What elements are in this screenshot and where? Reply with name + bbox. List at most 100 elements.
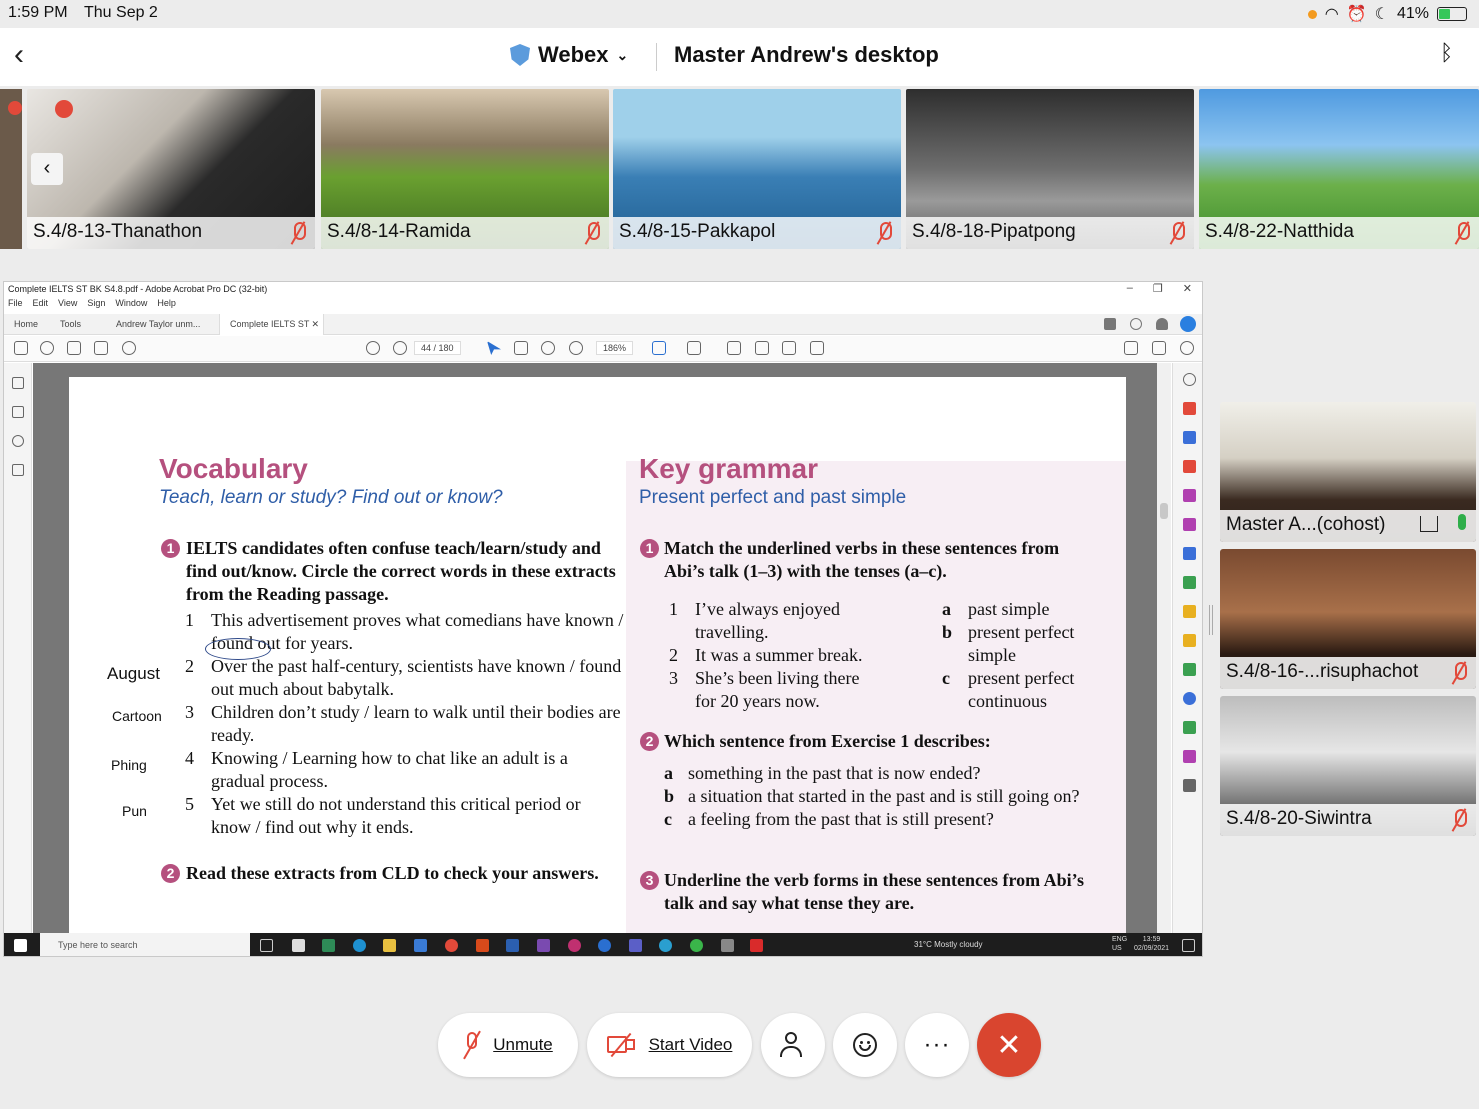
app-icon[interactable] xyxy=(322,939,335,952)
organize-icon[interactable] xyxy=(1183,460,1196,473)
scroll-thumb[interactable] xyxy=(1160,503,1168,519)
tab-tools[interactable]: Tools xyxy=(50,314,91,335)
unmute-button[interactable]: Unmute xyxy=(438,1013,578,1077)
stamp-icon[interactable] xyxy=(810,341,824,355)
bell-icon[interactable] xyxy=(1156,318,1168,330)
edit-pdf-icon[interactable] xyxy=(1183,489,1196,502)
resize-handle[interactable] xyxy=(1209,605,1213,635)
print-production-icon[interactable] xyxy=(1183,663,1196,676)
star-icon[interactable] xyxy=(40,341,54,355)
video-tile[interactable]: S.4/8-16-...risuphachot xyxy=(1220,549,1476,689)
tab-close-icon[interactable]: ✕ xyxy=(311,319,319,330)
video-thumbnail[interactable]: S.4/8-14-Ramida xyxy=(321,89,609,249)
email-icon[interactable] xyxy=(1152,341,1166,355)
language-indicator[interactable]: ENG US xyxy=(1112,935,1127,953)
app-icon[interactable] xyxy=(568,939,581,952)
back-button[interactable]: ‹ xyxy=(14,38,24,72)
create-pdf-icon[interactable] xyxy=(1183,402,1196,415)
teams-icon[interactable] xyxy=(629,939,642,952)
compare-icon[interactable] xyxy=(1183,576,1196,589)
thumbnail-partial[interactable] xyxy=(0,89,22,249)
document-scrollbar[interactable] xyxy=(1157,363,1171,933)
export-pdf-icon[interactable] xyxy=(1183,431,1196,444)
video-tile[interactable]: S.4/8-20-Siwintra xyxy=(1220,696,1476,836)
restore-icon[interactable]: ❐ xyxy=(1153,282,1163,295)
start-video-button[interactable]: Start Video xyxy=(587,1013,752,1077)
page-up-icon[interactable] xyxy=(366,341,380,355)
attachment-icon[interactable] xyxy=(12,435,24,447)
comment-icon[interactable] xyxy=(1104,318,1116,330)
bookmark-icon[interactable] xyxy=(12,406,24,418)
protect-icon[interactable] xyxy=(1183,605,1196,618)
document-tool-icon[interactable] xyxy=(1183,750,1196,763)
print-icon[interactable] xyxy=(94,341,108,355)
scroll-mode-icon[interactable] xyxy=(687,341,701,355)
video-thumbnail[interactable]: S.4/8-15-Pakkapol xyxy=(613,89,901,249)
tab-document[interactable]: Andrew Taylor unm... xyxy=(106,314,210,335)
app-icon[interactable] xyxy=(721,939,734,952)
tab-document-active[interactable]: Complete IELTS ST ... ✕ xyxy=(219,314,324,339)
fill-sign-icon[interactable] xyxy=(1183,518,1196,531)
minimize-icon[interactable]: – xyxy=(1127,282,1133,295)
bluetooth-icon[interactable]: ᛒ xyxy=(1440,40,1453,66)
menu-file[interactable]: File xyxy=(8,298,23,308)
scan-icon[interactable] xyxy=(1183,547,1196,560)
notification-icon[interactable] xyxy=(1182,939,1195,952)
app-icon[interactable] xyxy=(537,939,550,952)
menu-help[interactable]: Help xyxy=(157,298,176,308)
menu-edit[interactable]: Edit xyxy=(33,298,49,308)
layers-icon[interactable] xyxy=(12,464,24,476)
word-icon[interactable] xyxy=(506,939,519,952)
page-down-icon[interactable] xyxy=(393,341,407,355)
page-number-field[interactable]: 44 / 180 xyxy=(414,341,461,355)
upload-icon[interactable] xyxy=(67,341,81,355)
video-thumbnail[interactable]: S.4/8-22-Natthida xyxy=(1199,89,1479,249)
office-icon[interactable] xyxy=(476,939,489,952)
participants-button[interactable] xyxy=(761,1013,825,1077)
search-icon[interactable] xyxy=(122,341,136,355)
more-tools-icon[interactable] xyxy=(1183,779,1196,792)
reactions-button[interactable] xyxy=(833,1013,897,1077)
tab-home[interactable]: Home xyxy=(4,314,48,335)
prev-thumbnails-button[interactable]: ‹ xyxy=(31,153,63,185)
edge-icon[interactable] xyxy=(353,939,366,952)
close-icon[interactable]: ✕ xyxy=(1183,282,1192,295)
highlight-icon[interactable] xyxy=(755,341,769,355)
shared-desktop[interactable]: Complete IELTS ST BK S4.8.pdf - Adobe Ac… xyxy=(3,281,1203,957)
sign-icon[interactable] xyxy=(1124,341,1138,355)
zoom-tool-icon[interactable] xyxy=(1183,373,1196,386)
mail-icon[interactable] xyxy=(414,939,427,952)
comment-pane-icon[interactable] xyxy=(1183,634,1196,647)
help-icon[interactable] xyxy=(1130,318,1142,330)
webex-menu[interactable]: Webex ⌄ xyxy=(510,42,628,68)
acrobat-icon[interactable] xyxy=(750,939,763,952)
menu-view[interactable]: View xyxy=(58,298,77,308)
windows-start-icon[interactable] xyxy=(14,939,27,952)
video-thumbnail[interactable]: S.4/8-18-Pipatpong xyxy=(906,89,1194,249)
share-user-icon[interactable] xyxy=(1180,341,1194,355)
chrome-icon[interactable] xyxy=(445,939,458,952)
shield-tool-icon[interactable] xyxy=(1183,692,1196,705)
video-tile-cohost[interactable]: Master A...(cohost) xyxy=(1220,402,1476,542)
more-options-button[interactable]: ··· xyxy=(905,1013,969,1077)
end-call-button[interactable]: ✕ xyxy=(977,1013,1041,1077)
draw-icon[interactable] xyxy=(782,341,796,355)
comment-tool-icon[interactable] xyxy=(727,341,741,355)
line-icon[interactable] xyxy=(690,939,703,952)
hand-icon[interactable] xyxy=(514,341,528,355)
taskbar-search[interactable]: Type here to search xyxy=(40,933,250,956)
explorer-icon[interactable] xyxy=(383,939,396,952)
weather-widget[interactable]: 31°C Mostly cloudy xyxy=(914,940,983,949)
menu-sign[interactable]: Sign xyxy=(87,298,105,308)
zoom-level[interactable]: 186% xyxy=(596,341,634,355)
menu-window[interactable]: Window xyxy=(115,298,147,308)
store-icon[interactable] xyxy=(292,939,305,952)
taskbar-clock[interactable]: 13:59 02/09/2021 xyxy=(1134,935,1169,953)
pages-icon[interactable] xyxy=(12,377,24,389)
select-cursor-icon[interactable] xyxy=(487,341,501,355)
save-icon[interactable] xyxy=(14,341,28,355)
edge-dev-icon[interactable] xyxy=(659,939,672,952)
zoom-in-icon[interactable] xyxy=(569,341,583,355)
account-avatar[interactable] xyxy=(1180,316,1196,332)
fit-page-icon[interactable] xyxy=(652,341,666,355)
